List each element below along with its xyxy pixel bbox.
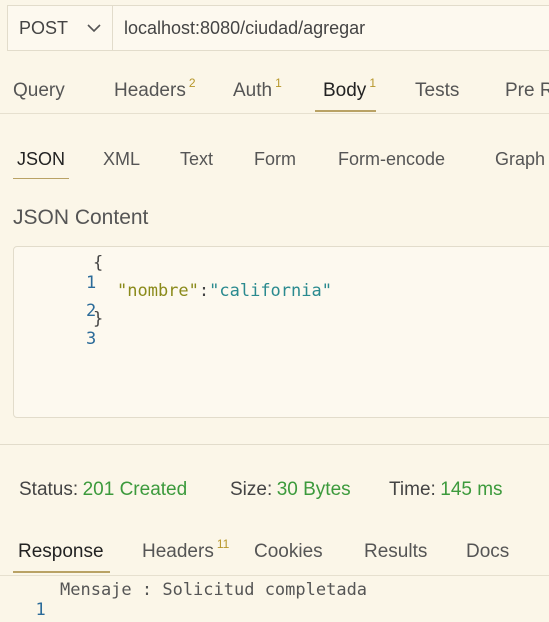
body-type-graphql[interactable]: Graph: [495, 149, 545, 170]
json-pair: "nombre":"california": [117, 281, 332, 301]
size-info: Size: 30 Bytes: [230, 479, 351, 501]
response-tab-indicator: [13, 571, 110, 573]
status-bar: Status: 201 Created: [19, 479, 187, 501]
body-type-json-label: JSON: [17, 149, 66, 169]
response-tab-docs-label: Docs: [466, 541, 510, 562]
tab-body[interactable]: Body 1: [323, 76, 376, 102]
tab-query-label: Query: [13, 80, 65, 101]
json-value: "california": [209, 281, 332, 301]
tab-headers-label: Headers: [114, 80, 186, 101]
tab-query[interactable]: Query: [13, 80, 65, 102]
response-tab-response-label: Response: [18, 541, 104, 562]
body-type-xml[interactable]: XML: [103, 149, 140, 170]
tab-pre-request[interactable]: Pre R: [505, 80, 549, 102]
tab-auth[interactable]: Auth 1: [233, 76, 282, 102]
tab-auth-count: 1: [275, 76, 282, 90]
response-tabs-divider: [0, 575, 549, 576]
json-colon: :: [198, 281, 210, 301]
time-value: 145 ms: [440, 479, 503, 500]
tab-pre-request-label: Pre R: [505, 80, 549, 101]
response-tab-headers[interactable]: Headers 11: [142, 537, 229, 563]
editor-line: 3: [45, 309, 96, 369]
body-type-form[interactable]: Form: [254, 149, 296, 170]
response-line: 1: [15, 580, 46, 620]
body-type-json[interactable]: JSON: [17, 149, 65, 170]
size-value: 30 Bytes: [276, 479, 351, 500]
request-bar: POST: [7, 5, 549, 51]
response-tab-cookies-label: Cookies: [254, 541, 323, 562]
tab-auth-label: Auth: [233, 80, 273, 101]
tab-body-label: Body: [323, 80, 367, 101]
tab-tests[interactable]: Tests: [415, 80, 459, 102]
body-type-xml-label: XML: [103, 149, 141, 169]
tabs-divider: [0, 113, 549, 114]
body-type-text[interactable]: Text: [180, 149, 213, 170]
method-label: POST: [19, 18, 69, 38]
response-tab-cookies[interactable]: Cookies: [254, 541, 323, 563]
body-type-form-encode-label: Form-encode: [338, 149, 446, 169]
time-label: Time:: [389, 479, 436, 500]
line-number: 3: [85, 329, 97, 349]
response-tab-docs[interactable]: Docs: [466, 541, 509, 563]
json-key: "nombre": [117, 281, 199, 301]
response-tab-headers-count: 11: [216, 537, 230, 551]
body-type-form-label: Form: [254, 149, 296, 169]
json-open-brace: {: [93, 253, 104, 273]
tab-body-count: 1: [369, 76, 376, 90]
tab-headers[interactable]: Headers 2: [114, 76, 196, 102]
response-tab-results[interactable]: Results: [364, 541, 427, 563]
size-label: Size:: [230, 479, 273, 500]
url-input[interactable]: [116, 6, 549, 50]
body-type-graphql-label: Graph: [495, 149, 546, 169]
json-close-brace: }: [93, 309, 104, 329]
body-type-text-label: Text: [180, 149, 214, 169]
active-tab-indicator: [315, 110, 376, 112]
status-value: 201 Created: [82, 479, 188, 500]
response-text: Mensaje : Solicitud completada: [60, 580, 368, 600]
status-label: Status:: [19, 479, 79, 500]
json-content-title: JSON Content: [13, 206, 149, 229]
method-select[interactable]: POST: [8, 6, 113, 50]
chevron-down-icon: [87, 24, 101, 33]
request-response-divider: [0, 444, 549, 445]
time-info: Time: 145 ms: [389, 479, 503, 501]
tab-tests-label: Tests: [415, 80, 460, 101]
body-type-form-encode[interactable]: Form-encode: [338, 149, 445, 170]
response-tab-results-label: Results: [364, 541, 428, 562]
json-editor[interactable]: 1 { 2 "nombre":"california" 3 }: [13, 246, 549, 418]
response-line-number: 1: [35, 600, 46, 620]
tab-headers-count: 2: [188, 76, 196, 90]
response-tab-response[interactable]: Response: [18, 541, 104, 563]
body-type-indicator: [13, 178, 69, 179]
response-tab-headers-label: Headers: [142, 541, 214, 562]
